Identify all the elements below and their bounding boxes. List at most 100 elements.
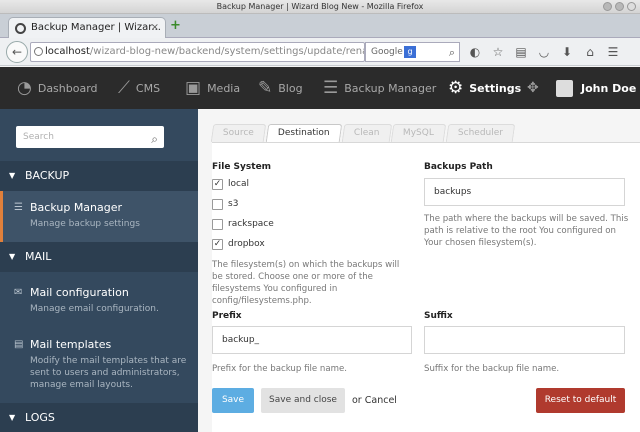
download-icon[interactable]: ⬇ <box>560 44 574 60</box>
pocket-icon[interactable]: ◡ <box>537 44 551 60</box>
sidebar-item-desc: Manage email configuration. <box>30 304 159 314</box>
settings-tabs: Source Destination Clean MySQL Scheduler <box>210 124 516 142</box>
minimize-button[interactable] <box>603 2 612 11</box>
database-icon: ☰ <box>323 78 339 98</box>
nav-settings[interactable]: ⚙ Settings <box>448 67 521 109</box>
user-menu[interactable]: John Doe <box>556 67 636 109</box>
caret-down-icon: ▼ <box>9 413 16 422</box>
sidebar-item-label: Mail templates <box>30 338 112 351</box>
window-title: Backup Manager | Wizard Blog New - Mozil… <box>216 2 424 11</box>
browser-navbar: ← localhost/wizard-blog-new/backend/syst… <box>0 38 640 66</box>
sidebar-search-placeholder: Search <box>23 132 54 142</box>
search-engine-name: Google <box>371 47 403 57</box>
checkbox-s3-label: s3 <box>228 199 239 209</box>
tab-clean[interactable]: Clean <box>341 124 392 142</box>
or-text: or <box>352 395 362 406</box>
prefix-help: Prefix for the backup file name. <box>212 364 347 374</box>
close-tab-icon[interactable]: × <box>151 18 159 38</box>
cancel-link-wrap: or Cancel <box>352 388 397 413</box>
sidebar-item-backup-manager[interactable]: ☰ Backup Manager Manage backup settings <box>0 191 198 242</box>
app-topbar: ◔ Dashboard ⟋ CMS ▣ Media ✎ Blog ☰ Backu… <box>0 67 640 109</box>
new-tab-icon[interactable]: + <box>170 19 182 32</box>
avatar <box>556 79 573 97</box>
suffix-input[interactable] <box>424 326 625 354</box>
destination-panel: File System ✓ local s3 rackspace ✓ dropb… <box>212 143 640 432</box>
nav-dashboard-label: Dashboard <box>37 81 98 95</box>
tab-source[interactable]: Source <box>210 124 267 142</box>
browser-tabbar: Backup Manager | Wizar... × + <box>0 14 640 38</box>
checkbox-rackspace[interactable] <box>212 219 223 230</box>
url-host: localhost <box>45 46 90 57</box>
envelope-icon: ✉ <box>14 287 23 298</box>
nav-cms-label: CMS <box>135 81 161 95</box>
checkbox-dropbox[interactable]: ✓ <box>212 239 223 250</box>
search-icon[interactable]: ⌕ <box>151 128 158 150</box>
image-icon: ▣ <box>185 78 202 98</box>
backups-path-help: The path where the backups will be saved… <box>424 214 629 248</box>
caret-down-icon: ▼ <box>9 171 16 180</box>
nav-media-label: Media <box>207 81 241 95</box>
checkbox-local[interactable]: ✓ <box>212 179 223 190</box>
prefix-input[interactable]: backup_ <box>212 326 412 354</box>
browser-tab[interactable]: Backup Manager | Wizar... × <box>8 17 166 38</box>
checkbox-s3[interactable] <box>212 199 223 210</box>
back-icon[interactable]: ← <box>6 41 28 63</box>
checkbox-rackspace-label: rackspace <box>228 219 274 229</box>
search-icon[interactable]: ⌕ <box>449 44 455 62</box>
sidebar-item-mail-templates[interactable]: ▤ Mail templates Modify the mail templat… <box>0 328 198 403</box>
tab-scheduler[interactable]: Scheduler <box>445 124 516 142</box>
reset-to-default-button[interactable]: Reset to default <box>536 388 625 413</box>
sidebar-section-mail[interactable]: ▼ MAIL <box>0 242 198 272</box>
maximize-button[interactable] <box>615 2 624 11</box>
firefox-menu-icon[interactable]: ☰ <box>606 44 620 60</box>
sidebar-section-backup[interactable]: ▼ BACKUP <box>0 161 198 191</box>
tab-destination[interactable]: Destination <box>265 124 342 142</box>
nav-dashboard[interactable]: ◔ Dashboard <box>17 67 98 109</box>
magic-wand-icon: ⟋ <box>118 78 130 98</box>
prefix-label: Prefix <box>212 311 242 321</box>
google-icon: g <box>404 46 416 58</box>
nav-cms[interactable]: ⟋ CMS <box>118 67 160 109</box>
filesystem-help: The filesystem(s) on which the backups w… <box>212 260 400 306</box>
sidebar-item-desc: Modify the mail templates that are sent … <box>30 356 187 390</box>
sidebar-section-logs[interactable]: ▼ LOGS <box>0 403 198 432</box>
save-and-close-button[interactable]: Save and close <box>261 388 345 413</box>
cancel-link[interactable]: Cancel <box>365 395 397 406</box>
tab-mysql[interactable]: MySQL <box>390 124 447 142</box>
nav-backup-manager[interactable]: ☰ Backup Manager <box>323 67 436 109</box>
backups-path-input[interactable]: backups <box>424 178 625 206</box>
bookmark-star-icon[interactable]: ☆ <box>491 44 505 60</box>
sidebar-item-mail-configuration[interactable]: ✉ Mail configuration Manage email config… <box>0 276 198 326</box>
user-name: John Doe <box>581 81 637 95</box>
home-icon[interactable]: ⌂ <box>583 44 597 60</box>
suffix-label: Suffix <box>424 311 453 321</box>
backups-path-label: Backups Path <box>424 162 493 172</box>
nav-media[interactable]: ▣ Media <box>185 67 240 109</box>
browser-tab-title: Backup Manager | Wizar... <box>31 22 161 33</box>
bookmarks-list-icon[interactable]: ▤ <box>514 44 528 60</box>
sidebar-search-input[interactable]: Search ⌕ <box>16 126 164 148</box>
nav-blog[interactable]: ✎ Blog <box>258 67 303 109</box>
file-icon: ▤ <box>14 339 24 350</box>
window-titlebar: Backup Manager | Wizard Blog New - Mozil… <box>0 0 640 14</box>
close-window-button[interactable] <box>627 2 636 11</box>
caret-down-icon: ▼ <box>9 252 16 261</box>
globe-icon <box>34 47 43 56</box>
addon-icon[interactable]: ◐ <box>468 44 482 60</box>
sidebar-item-label: Backup Manager <box>30 201 123 214</box>
sidebar: Search ⌕ ▼ BACKUP ☰ Backup Manager Manag… <box>0 109 198 432</box>
dashboard-icon: ◔ <box>17 78 32 98</box>
filesystem-label: File System <box>212 162 272 172</box>
sidebar-item-desc: Manage backup settings <box>30 219 140 229</box>
save-button[interactable]: Save <box>212 388 254 413</box>
sidebar-section-label: BACKUP <box>25 169 70 182</box>
suffix-help: Suffix for the backup file name. <box>424 364 560 374</box>
main-content: Source Destination Clean MySQL Scheduler… <box>198 109 640 432</box>
pencil-icon: ✎ <box>258 78 273 98</box>
sidebar-section-label: LOGS <box>25 411 55 424</box>
search-engine-box[interactable]: Google g ⌕ <box>365 42 460 62</box>
url-bar[interactable]: localhost/wizard-blog-new/backend/system… <box>30 42 365 62</box>
move-icon[interactable]: ✥ <box>527 67 545 109</box>
firefox-favicon-icon <box>15 23 26 34</box>
sidebar-section-label: MAIL <box>25 250 52 263</box>
